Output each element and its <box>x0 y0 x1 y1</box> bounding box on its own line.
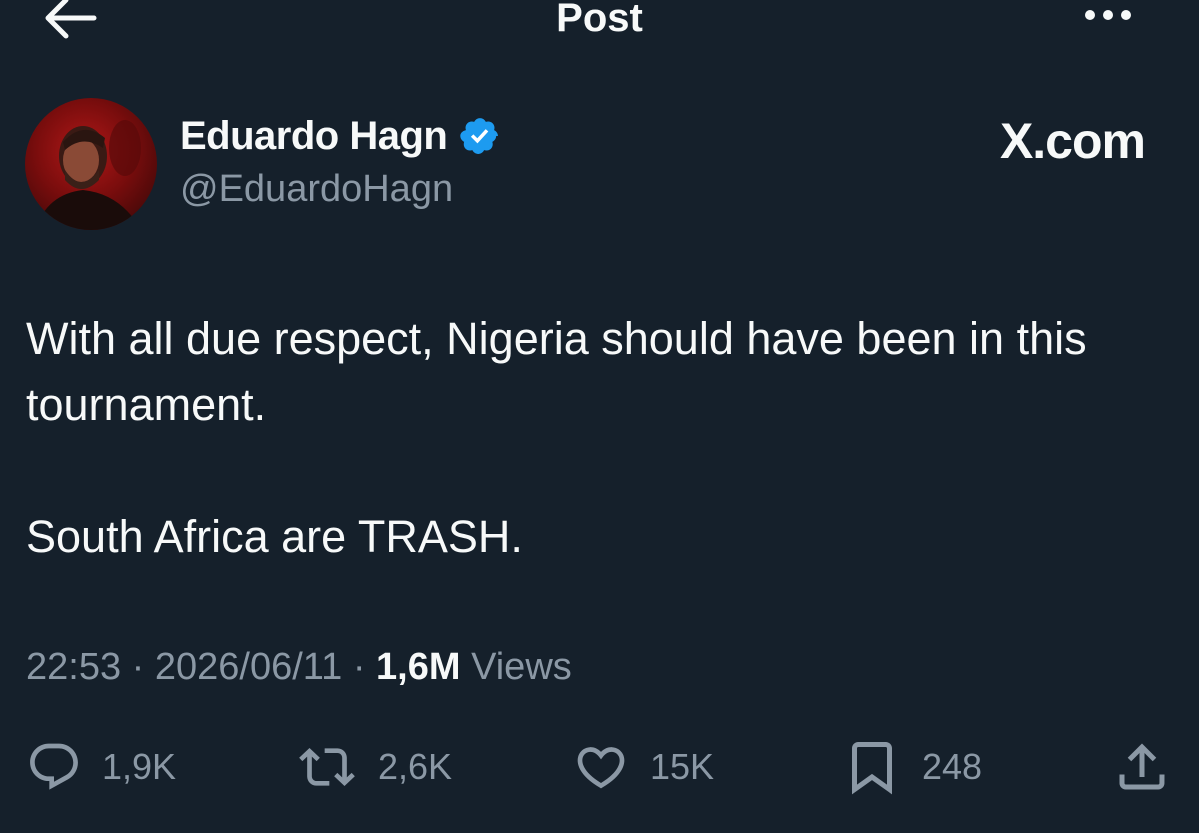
like-button[interactable]: 15K <box>572 735 714 799</box>
author-handle[interactable]: @EduardoHagn <box>180 168 453 211</box>
repost-icon <box>299 748 355 786</box>
bookmark-button[interactable]: 248 <box>842 735 982 799</box>
reply-button[interactable]: 1,9K <box>26 735 176 799</box>
bookmark-icon <box>852 742 892 795</box>
more-options-button[interactable] <box>1080 0 1140 30</box>
tweet-time[interactable]: 22:53 <box>26 646 121 688</box>
tweet-text: With all due respect, Nigeria should hav… <box>26 306 1156 570</box>
repost-count: 2,6K <box>378 746 453 787</box>
post-screen: Post Eduardo Hagn @EduardoHagn X.com Wit… <box>0 0 1199 833</box>
bookmark-count: 248 <box>922 746 983 787</box>
heart-icon <box>577 747 625 789</box>
verified-badge-icon <box>460 118 499 154</box>
views-label[interactable]: Views <box>471 646 572 688</box>
reply-count: 1,9K <box>102 746 177 787</box>
page-title: Post <box>556 0 643 40</box>
tweet-paragraph: With all due respect, Nigeria should hav… <box>26 313 1087 430</box>
tweet-date[interactable]: 2026/06/11 <box>155 646 342 688</box>
reply-icon <box>30 743 78 790</box>
share-icon <box>1119 743 1165 790</box>
repost-button[interactable]: 2,6K <box>296 735 452 799</box>
views-count[interactable]: 1,6M <box>376 646 460 688</box>
more-horizontal-icon <box>1085 10 1131 20</box>
source-watermark: X.com <box>999 113 1146 169</box>
action-bar: 1,9K 2,6K 15K 248 <box>0 735 1199 799</box>
author-display-name[interactable]: Eduardo Hagn <box>180 114 448 159</box>
tweet-meta: 22:53 · 2026/06/11 · 1,6M Views <box>26 646 572 689</box>
share-button[interactable] <box>1112 735 1172 799</box>
meta-separator: · <box>131 646 145 688</box>
author-name-row[interactable]: Eduardo Hagn <box>180 110 501 162</box>
tweet-paragraph: South Africa are TRASH. <box>26 511 523 562</box>
like-count: 15K <box>650 746 715 787</box>
meta-separator: · <box>352 646 366 688</box>
avatar[interactable] <box>25 98 157 230</box>
